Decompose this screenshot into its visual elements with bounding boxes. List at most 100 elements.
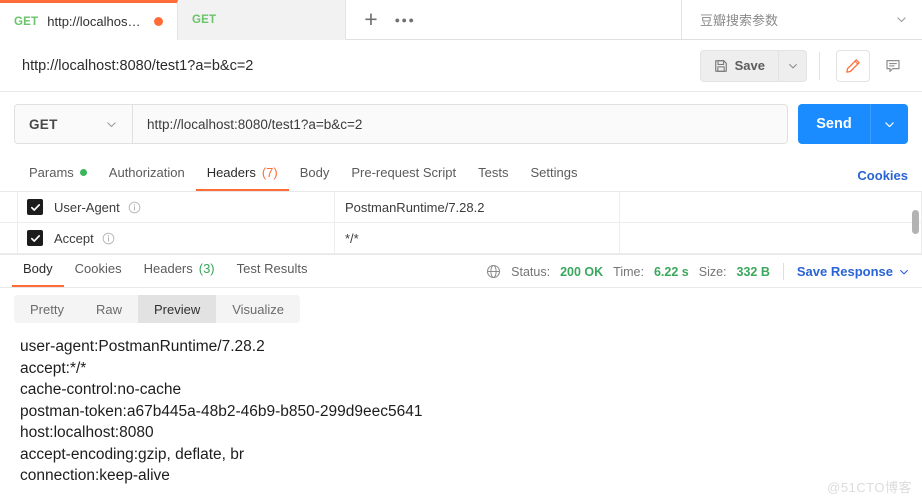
response-tab-headers-label: Headers — [143, 261, 193, 276]
row-enabled-checkbox[interactable] — [18, 192, 52, 222]
response-tab-body[interactable]: Body — [12, 252, 64, 287]
view-mode-raw[interactable]: Raw — [80, 295, 138, 323]
response-body-line: host:localhost:8080 — [20, 424, 154, 441]
response-tab-cookies[interactable]: Cookies — [64, 252, 133, 287]
tab-params[interactable]: Params — [18, 156, 98, 191]
chevron-down-icon — [897, 17, 906, 23]
header-description-cell[interactable] — [620, 223, 922, 253]
save-button[interactable]: Save — [699, 49, 778, 82]
comments-button[interactable] — [876, 49, 910, 82]
save-button-group: Save — [699, 49, 807, 82]
more-horizontal-icon: ●●● — [394, 14, 416, 25]
row-drag-handle[interactable] — [0, 192, 18, 222]
response-tab-headers[interactable]: Headers (3) — [133, 252, 226, 287]
tab-tests[interactable]: Tests — [467, 156, 519, 191]
response-tab-test-results-label: Test Results — [236, 261, 308, 276]
unsaved-indicator-dot — [154, 17, 163, 26]
request-tab-2[interactable]: GET — [178, 0, 346, 40]
header-value-cell[interactable]: */* — [335, 223, 620, 253]
tab-more-options-button[interactable]: ●●● — [390, 5, 420, 35]
tab-body-label: Body — [299, 165, 330, 180]
response-body-line: accept-encoding:gzip, deflate, br — [20, 445, 245, 463]
tab-authorization-label: Authorization — [108, 165, 185, 180]
chevron-down-icon — [900, 269, 908, 274]
chevron-down-icon — [788, 63, 797, 68]
status-label: Status: — [511, 264, 551, 279]
request-tab-1-title: http://localhost:80... — [47, 14, 143, 29]
globe-icon[interactable] — [486, 264, 501, 279]
info-icon[interactable] — [128, 201, 141, 214]
header-key-text: Accept — [54, 230, 94, 246]
pencil-icon — [846, 58, 860, 73]
tab-settings[interactable]: Settings — [519, 156, 588, 191]
response-tab-test-results[interactable]: Test Results — [226, 252, 319, 287]
response-meta: Status: 200 OK Time: 6.22 s Size: 332 B … — [486, 263, 910, 287]
url-input[interactable]: http://localhost:8080/test1?a=b&c=2 — [133, 105, 787, 143]
cookies-link[interactable]: Cookies — [857, 168, 908, 191]
size-label: Size: — [698, 264, 727, 279]
plus-icon: + — [364, 6, 378, 32]
send-button[interactable]: Send — [798, 104, 870, 144]
info-icon[interactable] — [102, 232, 115, 245]
response-tab-body-label: Body — [23, 261, 53, 276]
new-tab-button[interactable]: + — [356, 5, 386, 35]
view-mode-preview[interactable]: Preview — [137, 295, 217, 323]
send-options-button[interactable] — [870, 104, 908, 144]
http-method-selector[interactable]: GET — [15, 105, 133, 143]
meta-divider — [782, 263, 784, 280]
headers-table: User-Agent PostmanRuntime/7.28.2 Accept — [0, 192, 922, 254]
response-body-line: user-agent:PostmanRuntime/7.28.2 — [20, 338, 265, 355]
status-value: 200 OK — [560, 264, 604, 279]
tab-params-label: Params — [29, 165, 74, 180]
request-name-bar: http://localhost:8080/test1?a=b&c=2 Save — [0, 40, 922, 92]
row-drag-handle[interactable] — [0, 223, 18, 253]
save-options-button[interactable] — [778, 49, 807, 82]
tab-bar: GET http://localhost:80... GET + ●●● 豆瓣搜… — [0, 0, 922, 40]
save-response-label: Save Response — [796, 264, 893, 279]
environment-selector[interactable]: 豆瓣搜索参数 — [682, 0, 922, 39]
response-tab-cookies-label: Cookies — [74, 261, 122, 276]
response-body-line: postman-token:a67b445a-48b2-46b9-b850-29… — [20, 402, 423, 420]
header-key-cell[interactable]: Accept — [52, 223, 335, 253]
header-value-cell[interactable]: PostmanRuntime/7.28.2 — [335, 192, 620, 222]
table-row[interactable]: User-Agent PostmanRuntime/7.28.2 — [0, 192, 922, 223]
tab-bar-actions: + ●●● — [346, 0, 682, 39]
tab-pre-request-script[interactable]: Pre-request Script — [340, 156, 467, 191]
header-key-cell[interactable]: User-Agent — [52, 192, 335, 222]
row-enabled-checkbox[interactable] — [18, 223, 52, 253]
http-method-label: GET — [29, 116, 58, 132]
chevron-down-icon — [107, 121, 116, 127]
checkbox-checked-icon — [27, 230, 43, 246]
response-body-line: connection:keep-alive — [20, 467, 170, 484]
view-mode-pretty[interactable]: Pretty — [14, 295, 80, 323]
save-response-button[interactable]: Save Response — [797, 264, 910, 279]
request-tab-1-method: GET — [14, 15, 39, 28]
request-tab-1[interactable]: GET http://localhost:80... — [0, 0, 178, 40]
checkbox-checked-icon — [27, 199, 43, 215]
header-description-cell[interactable] — [620, 192, 922, 222]
tab-headers[interactable]: Headers (7) — [195, 156, 289, 191]
response-view-mode-group: Pretty Raw Preview Visualize — [14, 295, 301, 323]
view-mode-visualize[interactable]: Visualize — [216, 295, 300, 323]
header-key-text: User-Agent — [54, 199, 120, 215]
tab-authorization[interactable]: Authorization — [98, 156, 196, 191]
size-value: 332 B — [736, 264, 770, 279]
response-view-modes-bar: Pretty Raw Preview Visualize — [0, 288, 922, 330]
table-row[interactable]: Accept */* — [0, 223, 922, 254]
request-name[interactable]: http://localhost:8080/test1?a=b&c=2 — [22, 58, 700, 74]
environment-name: 豆瓣搜索参数 — [700, 13, 779, 28]
edit-request-button[interactable] — [836, 49, 870, 82]
tab-headers-count: (7) — [261, 165, 278, 180]
response-body-line: accept:*/* — [20, 359, 87, 377]
tab-headers-label: Headers — [206, 165, 256, 180]
request-tab-2-method: GET — [192, 14, 217, 26]
response-body-line: cache-control:no-cache — [20, 381, 182, 398]
tab-settings-label: Settings — [530, 165, 578, 180]
postman-window: GET http://localhost:80... GET + ●●● 豆瓣搜… — [0, 0, 922, 504]
chevron-down-icon — [885, 121, 894, 127]
toolbar-divider — [819, 51, 820, 80]
time-label: Time: — [613, 264, 644, 279]
tab-body[interactable]: Body — [289, 156, 341, 191]
headers-table-scrollbar[interactable] — [912, 210, 919, 234]
tab-tests-label: Tests — [478, 165, 509, 180]
